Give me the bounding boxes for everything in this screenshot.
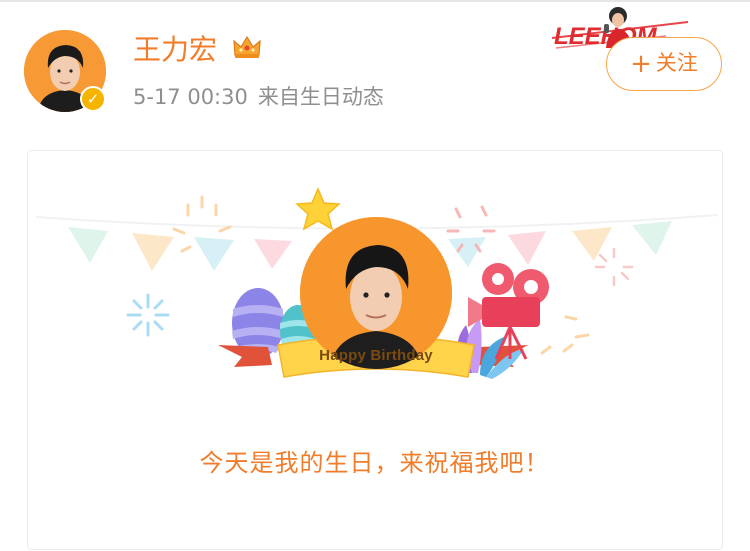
birthday-message[interactable]: 今天是我的生日，来祝福我吧！	[28, 443, 721, 478]
username[interactable]: 王力宏	[133, 30, 217, 70]
crown-icon[interactable]	[232, 34, 262, 60]
happy-birthday-text: Happy Birthday	[319, 347, 433, 364]
follow-label: 关注	[655, 51, 698, 75]
post-timestamp[interactable]: 5-17 00:30	[133, 85, 248, 109]
plus-icon: +	[630, 49, 652, 79]
post-source[interactable]: 来自生日动态	[258, 85, 384, 109]
verified-badge-icon: ✓	[80, 86, 106, 112]
follow-button[interactable]: + 关注	[606, 37, 722, 91]
post-meta: 5-17 00:30 来自生日动态	[133, 82, 384, 112]
birthday-card[interactable]: Happy Birthday 今天是我的生日，来祝福我吧！	[27, 150, 723, 550]
star-icon	[295, 187, 341, 231]
